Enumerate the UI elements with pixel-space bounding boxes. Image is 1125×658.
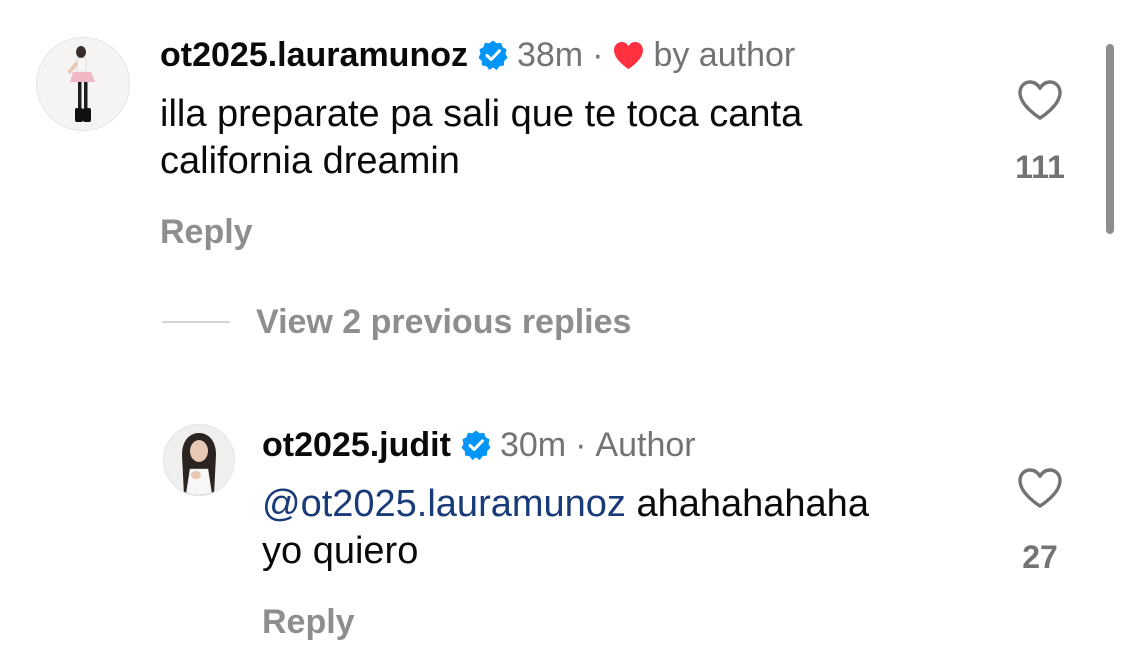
separator-dot: · bbox=[592, 36, 604, 74]
comment-time: 38m bbox=[516, 36, 584, 74]
reply-header: ot2025.judit 30m · Author bbox=[262, 425, 696, 465]
reply-time: 30m bbox=[499, 426, 567, 464]
scrollbar[interactable] bbox=[1106, 44, 1114, 234]
reply-button[interactable]: Reply bbox=[160, 212, 253, 252]
reply-text-line-1: @ot2025.lauramunoz ahahahahaha bbox=[262, 481, 869, 527]
heart-outline-icon bbox=[1018, 80, 1062, 120]
like-count: 27 bbox=[1022, 539, 1058, 575]
like-count: 111 bbox=[1015, 149, 1065, 185]
reply-username[interactable]: ot2025.judit bbox=[262, 425, 451, 465]
heart-filled-icon bbox=[612, 40, 645, 70]
like-button[interactable] bbox=[1016, 78, 1064, 122]
comment-username[interactable]: ot2025.lauramunoz bbox=[160, 35, 468, 75]
mention-link[interactable]: @ot2025.lauramunoz bbox=[262, 483, 626, 525]
reply-avatar[interactable] bbox=[163, 424, 235, 496]
reply-button[interactable]: Reply bbox=[262, 602, 355, 642]
verified-badge-icon bbox=[477, 39, 509, 71]
reply-text-line-2: yo quiero bbox=[262, 530, 419, 572]
thread-divider-line bbox=[162, 321, 230, 323]
separator-dot: · bbox=[575, 426, 587, 464]
liked-by-author-label: by author bbox=[653, 36, 796, 74]
like-button[interactable] bbox=[1016, 466, 1064, 510]
view-replies-label[interactable]: View 2 previous replies bbox=[256, 302, 631, 342]
comment-header: ot2025.lauramunoz 38m · by author bbox=[160, 35, 795, 75]
commenter-avatar[interactable] bbox=[36, 37, 130, 131]
heart-outline-icon bbox=[1018, 468, 1062, 508]
view-previous-replies[interactable]: View 2 previous replies bbox=[162, 302, 631, 342]
comment-text-line-1: illa preparate pa sali que te toca canta bbox=[160, 93, 803, 135]
author-label: Author bbox=[595, 426, 696, 464]
verified-badge-icon bbox=[460, 429, 492, 461]
reply-text-rest: ahahahahaha bbox=[625, 483, 869, 525]
comment-text-line-2: california dreamin bbox=[160, 140, 460, 182]
